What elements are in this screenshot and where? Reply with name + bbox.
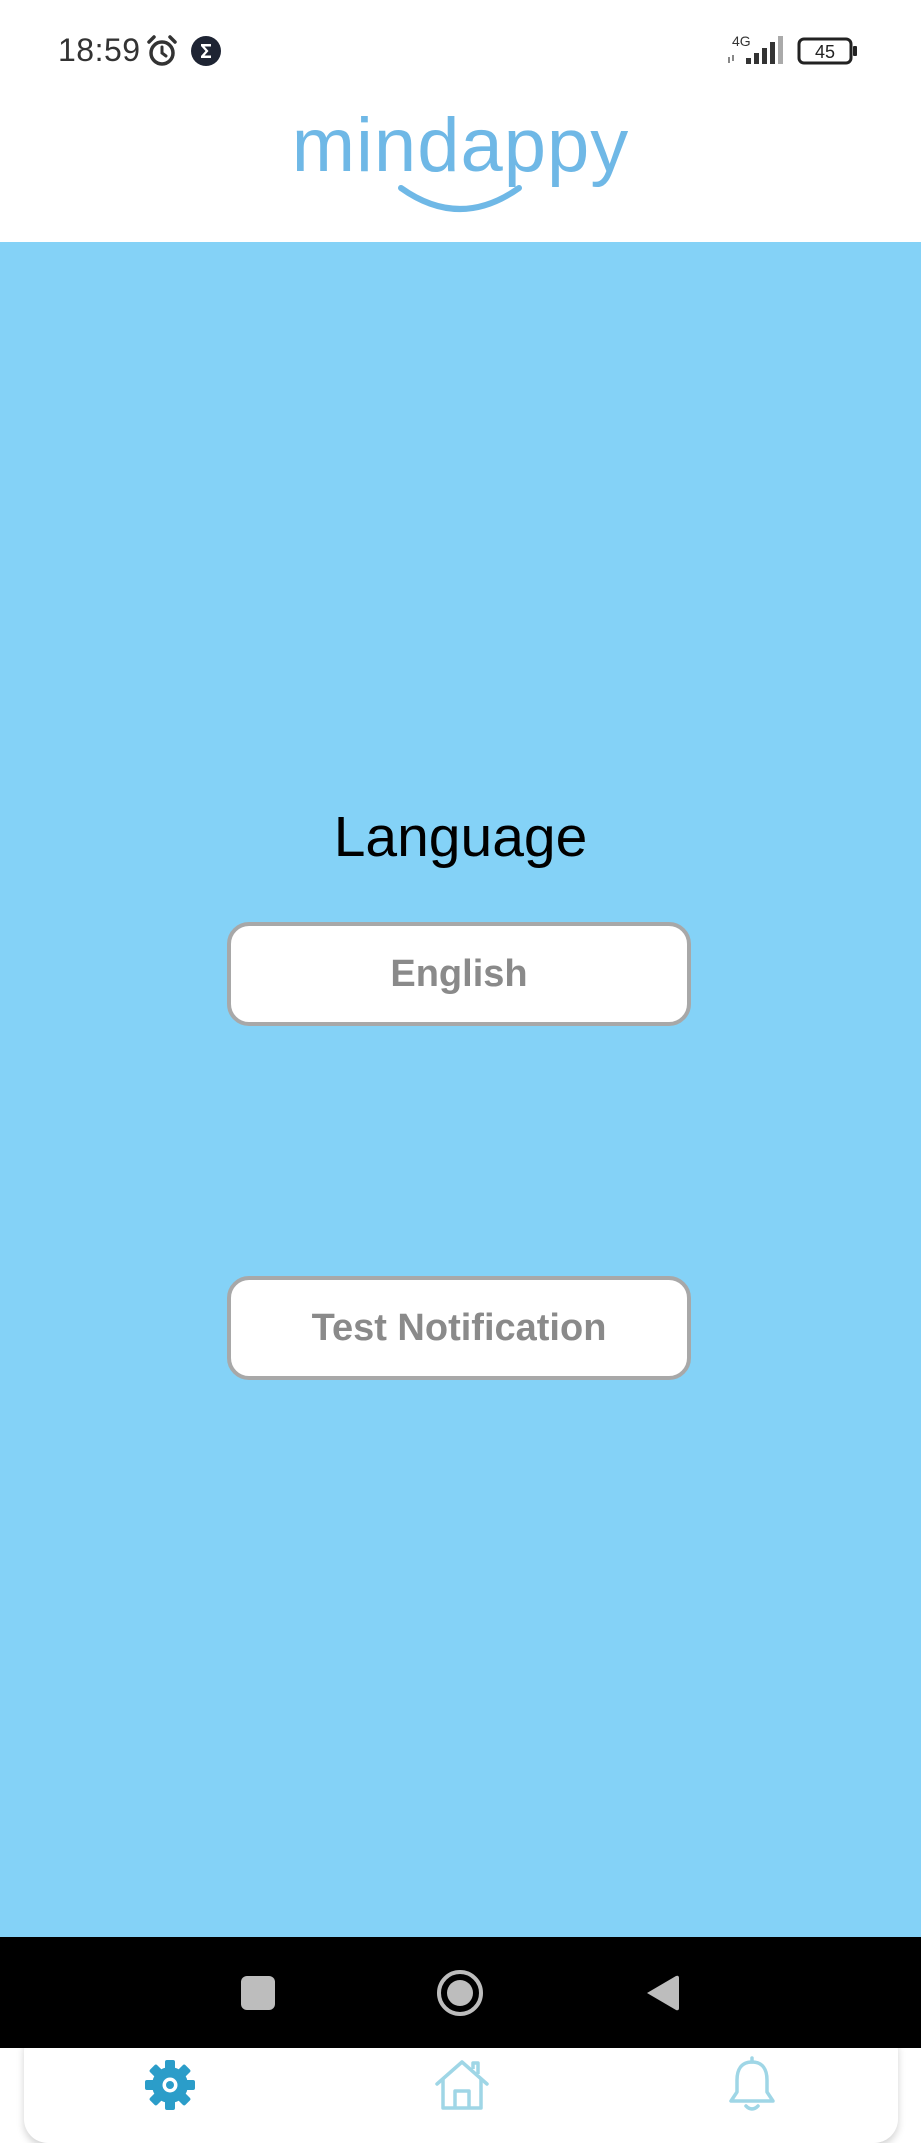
logo-text: mindappy	[291, 103, 630, 188]
square-icon	[241, 1976, 275, 2010]
bell-icon	[729, 2056, 775, 2111]
test-notification-button[interactable]: Test Notification	[227, 1276, 691, 1380]
network-label: 4G	[732, 33, 751, 49]
gear-icon	[145, 2060, 195, 2110]
system-home-button[interactable]	[428, 1961, 492, 2025]
battery-level: 45	[815, 42, 835, 62]
back-button[interactable]	[630, 1961, 694, 2025]
smile-icon	[398, 185, 522, 212]
circle-icon	[437, 1970, 483, 2016]
settings-screen: Language English Test Notification	[0, 242, 921, 2143]
language-button-label: English	[390, 952, 528, 995]
signal-4g-icon: 4G	[728, 33, 783, 64]
mindappy-logo: mindappy	[0, 100, 921, 242]
language-button[interactable]: English	[227, 922, 691, 1026]
sigma-app-icon	[191, 36, 221, 66]
triangle-back-icon	[647, 1975, 679, 2011]
language-heading: Language	[333, 805, 588, 869]
alarm-icon	[147, 35, 177, 66]
app-header: mindappy	[0, 100, 921, 242]
status-bar: 18:59 4G 45	[0, 0, 921, 100]
battery-icon: 45	[797, 37, 857, 65]
status-time: 18:59	[58, 32, 141, 68]
home-icon	[435, 2060, 489, 2110]
recents-button[interactable]	[226, 1961, 290, 2025]
system-navigation-bar	[0, 1937, 921, 2048]
test-notification-button-label: Test Notification	[311, 1306, 607, 1349]
